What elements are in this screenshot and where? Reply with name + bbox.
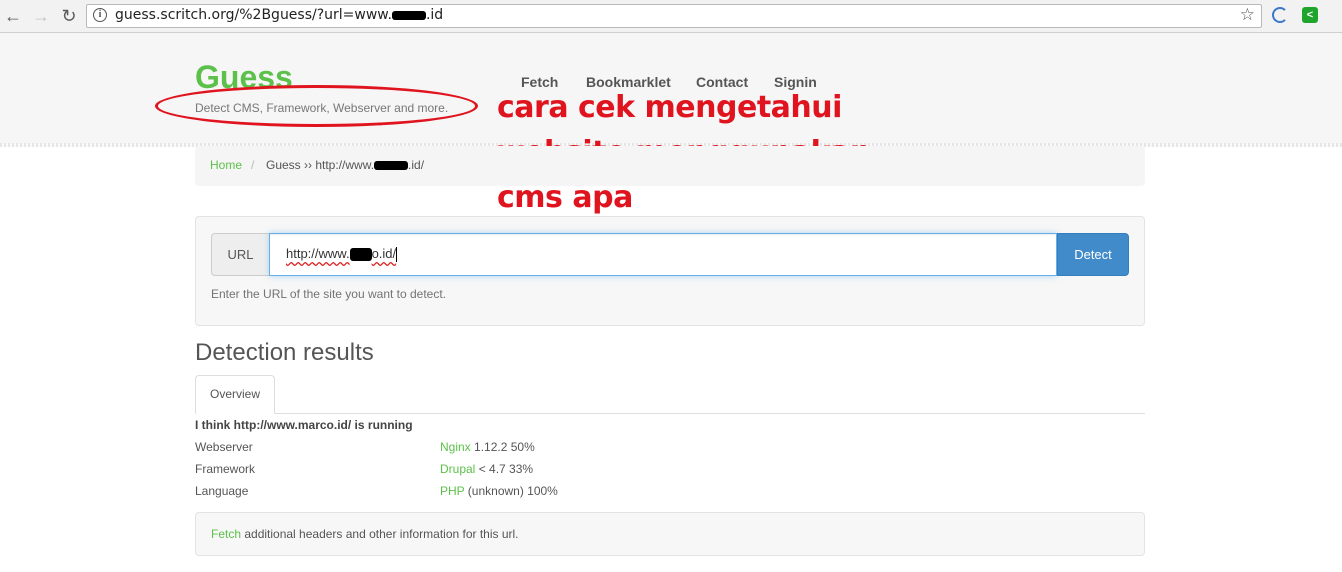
bookmark-star-icon[interactable]: ☆ xyxy=(1240,5,1255,25)
result-detail: 1.12.2 50% xyxy=(470,440,535,454)
browser-toolbar: ← → ↻ i guess.scritch.org/%2Bguess/?url=… xyxy=(0,0,1342,33)
breadcrumb: Home / Guess ›› http://www. .id/ xyxy=(195,146,1145,186)
result-link-drupal[interactable]: Drupal xyxy=(440,462,475,476)
fetch-info-box: Fetch additional headers and other infor… xyxy=(195,512,1145,556)
text-caret xyxy=(396,247,398,263)
nav-bookmarklet[interactable]: Bookmarklet xyxy=(586,74,671,90)
reload-icon[interactable]: ↻ xyxy=(58,5,80,27)
result-label: Language xyxy=(195,484,249,498)
result-row-language: Language PHP (unknown) 100% xyxy=(195,484,558,498)
breadcrumb-current: Guess ›› http://www. .id/ xyxy=(266,158,425,172)
forward-icon[interactable]: → xyxy=(30,5,52,27)
extension-share-icon[interactable]: < xyxy=(1302,7,1318,23)
detect-form: URL http://www. o.id/ Detect Enter the UR… xyxy=(195,216,1145,326)
result-detail: (unknown) 100% xyxy=(464,484,558,498)
address-text[interactable]: guess.scritch.org/%2Bguess/?url=www. .id xyxy=(115,7,443,23)
url-input[interactable]: http://www. o.id/ xyxy=(269,233,1057,276)
address-bar[interactable]: i guess.scritch.org/%2Bguess/?url=www. .i… xyxy=(86,4,1262,28)
url-help-text: Enter the URL of the site you want to de… xyxy=(211,287,447,301)
fetch-link[interactable]: Fetch xyxy=(211,527,241,541)
back-icon[interactable]: ← xyxy=(2,5,24,27)
result-label: Framework xyxy=(195,462,256,476)
result-row-webserver: Webserver Nginx 1.12.2 50% xyxy=(195,440,535,454)
tab-overview[interactable]: Overview xyxy=(195,375,275,414)
result-link-nginx[interactable]: Nginx xyxy=(440,440,471,454)
redacted-block xyxy=(349,248,372,262)
nav-fetch[interactable]: Fetch xyxy=(521,74,558,90)
fetch-info-text: additional headers and other information… xyxy=(241,527,519,541)
breadcrumb-home-link[interactable]: Home xyxy=(210,158,242,172)
nav-signin[interactable]: Signin xyxy=(774,74,817,90)
results-heading: Detection results xyxy=(195,339,374,366)
result-link-php[interactable]: PHP xyxy=(440,484,464,498)
extension-moon-icon[interactable] xyxy=(1272,7,1288,23)
results-tabs: Overview xyxy=(195,375,1145,414)
redacted-block xyxy=(374,161,409,171)
url-addon-label: URL xyxy=(211,233,269,276)
detect-button[interactable]: Detect xyxy=(1057,233,1129,276)
breadcrumb-separator: / xyxy=(251,158,255,172)
annotation-line-1: cara cek mengetahui xyxy=(497,90,842,125)
redacted-block xyxy=(391,10,426,20)
result-detail: < 4.7 33% xyxy=(475,462,534,476)
result-label: Webserver xyxy=(195,440,253,454)
nav-contact[interactable]: Contact xyxy=(696,74,748,90)
result-row-framework: Framework Drupal < 4.7 33% xyxy=(195,462,533,476)
info-icon[interactable]: i xyxy=(93,8,107,22)
detection-summary: I think http://www.marco.id/ is running xyxy=(195,418,413,432)
annotation-ellipse xyxy=(155,85,478,127)
